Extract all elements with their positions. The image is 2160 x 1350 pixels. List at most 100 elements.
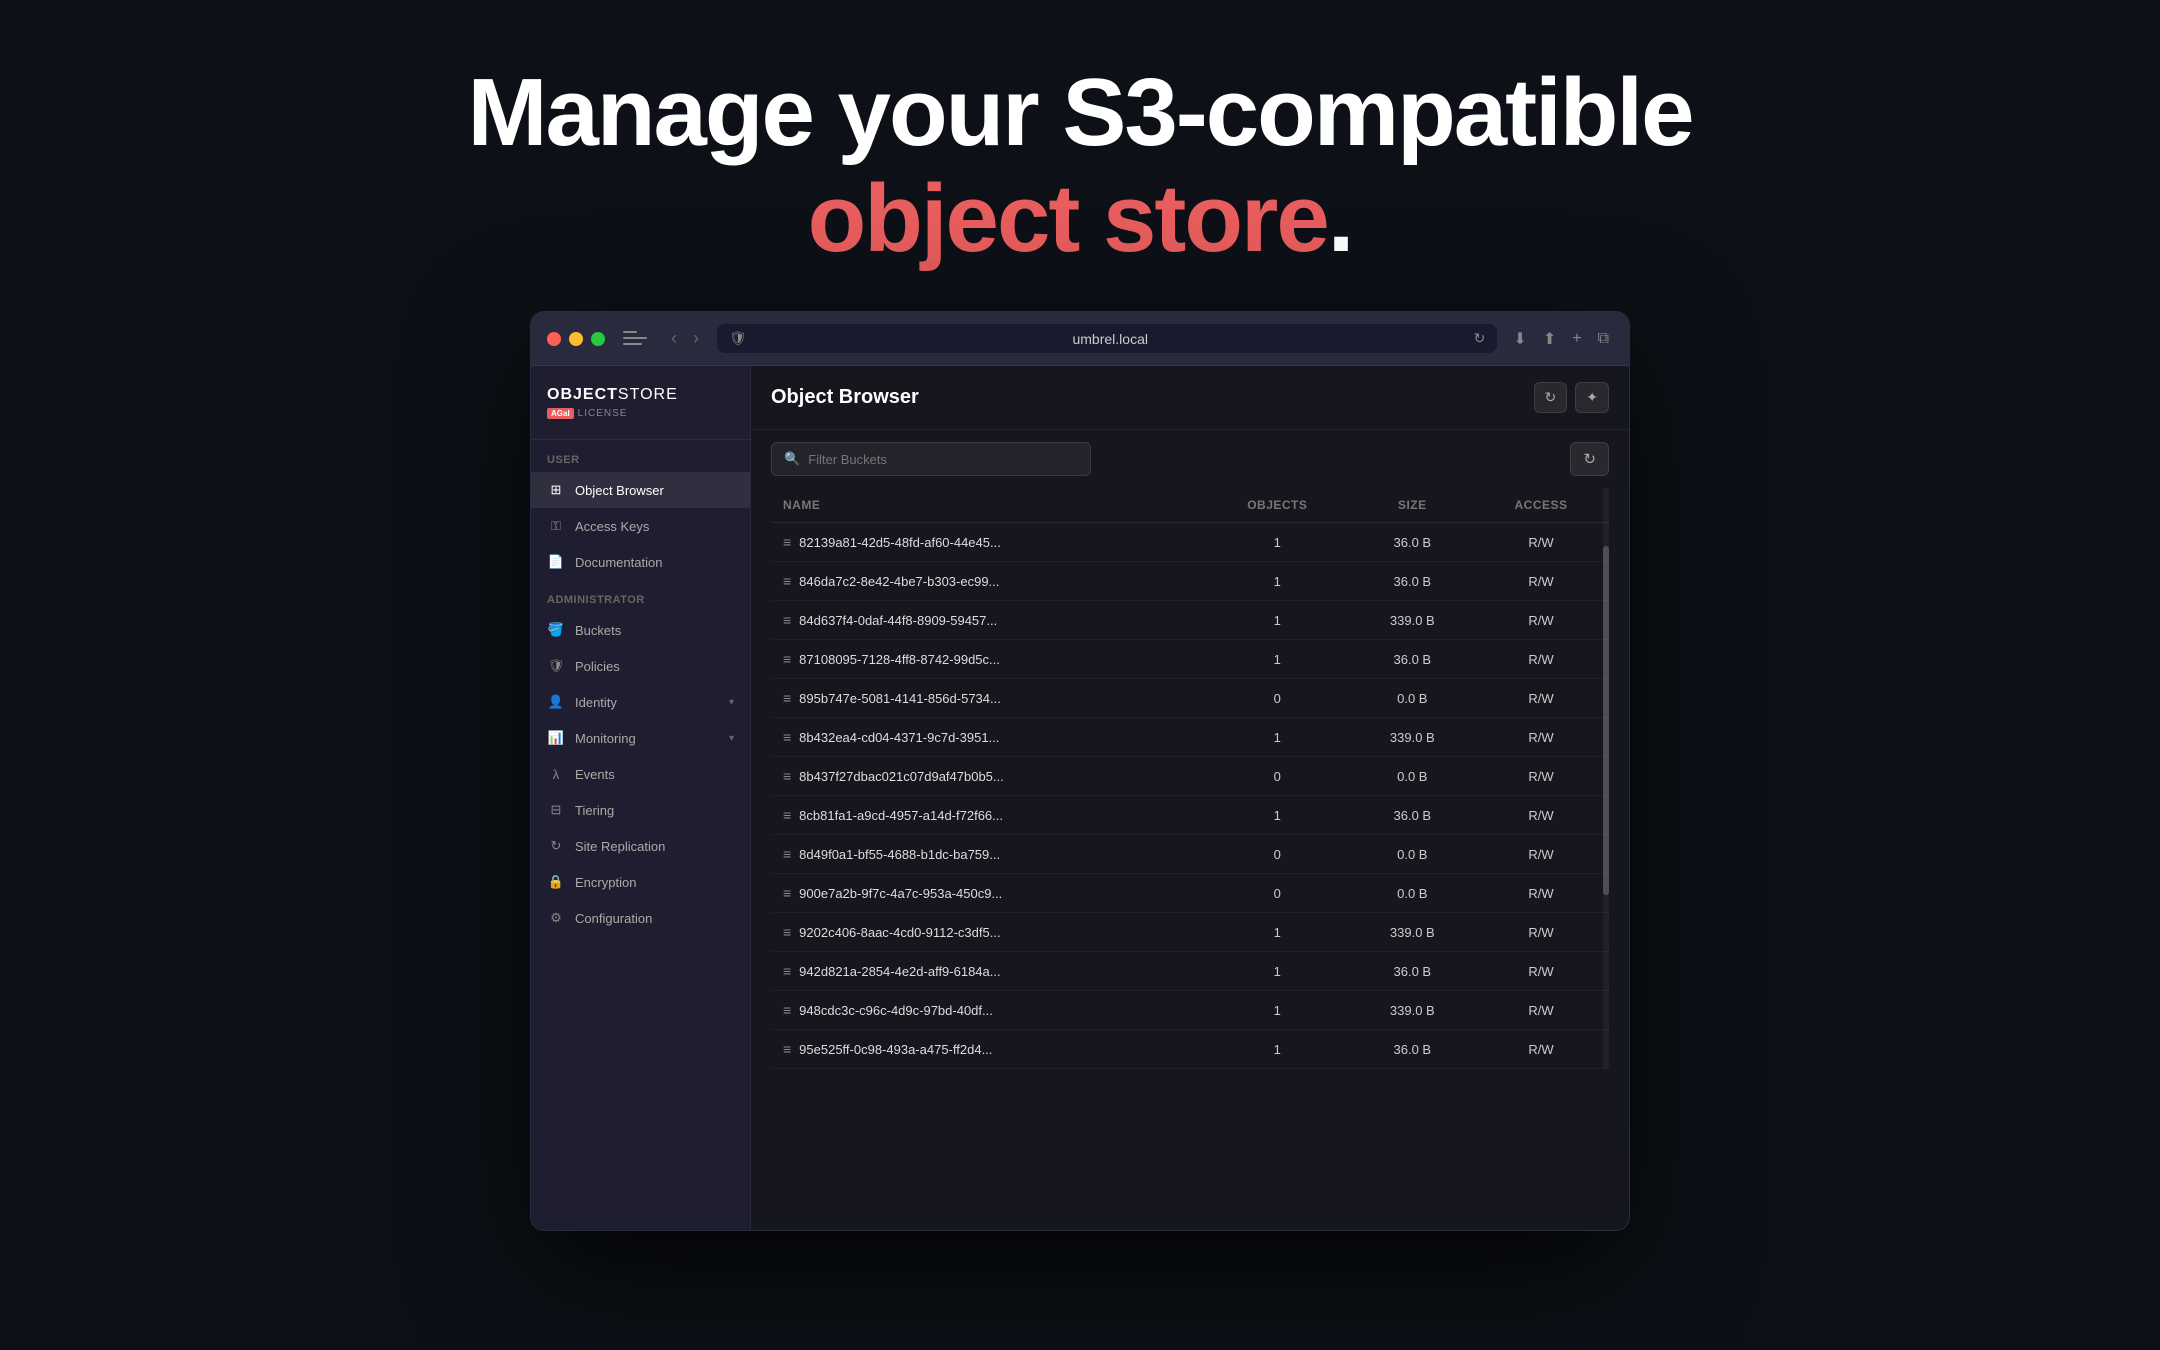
sidebar-item-tiering[interactable]: ⊟ Tiering xyxy=(531,792,750,828)
bucket-row-icon: ≡ xyxy=(783,690,791,706)
cell-access: R/W xyxy=(1473,640,1609,679)
admin-section-label: Administrator xyxy=(531,580,750,612)
cell-access: R/W xyxy=(1473,562,1609,601)
bucket-name-text: 8d49f0a1-bf55-4688-b1dc-ba759... xyxy=(799,847,1000,862)
sidebar-item-encryption[interactable]: 🔒 Encryption xyxy=(531,864,750,900)
address-bar[interactable]: 🛡 umbrel.local ↻ xyxy=(717,324,1497,353)
col-name[interactable]: Name xyxy=(771,488,1203,523)
table-row[interactable]: ≡ 8cb81fa1-a9cd-4957-a14d-f72f66... 1 36… xyxy=(771,796,1609,835)
sidebar-item-monitoring[interactable]: 📊 Monitoring ▾ xyxy=(531,720,750,756)
bucket-name-text: 82139a81-42d5-48fd-af60-44e45... xyxy=(799,535,1001,550)
bucket-row-icon: ≡ xyxy=(783,963,791,979)
share-button[interactable]: ⬆ xyxy=(1539,325,1560,353)
cell-access: R/W xyxy=(1473,679,1609,718)
sidebar: OBJECT STORE AGaI LICENSE User ⊞ Object … xyxy=(531,366,751,1230)
cell-size: 0.0 B xyxy=(1352,679,1473,718)
bucket-row-icon: ≡ xyxy=(783,768,791,784)
cell-name: ≡ 895b747e-5081-4141-856d-5734... xyxy=(771,679,1203,718)
col-access[interactable]: Access xyxy=(1473,488,1609,523)
back-button[interactable]: ‹ xyxy=(665,326,683,351)
sidebar-item-identity[interactable]: 👤 Identity ▾ xyxy=(531,684,750,720)
table-row[interactable]: ≡ 82139a81-42d5-48fd-af60-44e45... 1 36.… xyxy=(771,523,1609,562)
cell-size: 36.0 B xyxy=(1352,952,1473,991)
maximize-button[interactable] xyxy=(591,332,605,346)
table-row[interactable]: ≡ 9202c406-8aac-4cd0-9112-c3df5... 1 339… xyxy=(771,913,1609,952)
table-row[interactable]: ≡ 8b432ea4-cd04-4371-9c7d-3951... 1 339.… xyxy=(771,718,1609,757)
sidebar-item-label: Policies xyxy=(575,659,620,674)
hero-line1: Manage your S3-compatible xyxy=(0,60,2160,166)
cell-objects: 0 xyxy=(1203,757,1352,796)
browser-actions: ⬇ ⬆ + ⧉ xyxy=(1509,325,1613,353)
table-row[interactable]: ≡ 8d49f0a1-bf55-4688-b1dc-ba759... 0 0.0… xyxy=(771,835,1609,874)
table-row[interactable]: ≡ 84d637f4-0daf-44f8-8909-59457... 1 339… xyxy=(771,601,1609,640)
col-size[interactable]: Size xyxy=(1352,488,1473,523)
cell-name: ≡ 87108095-7128-4ff8-8742-99d5c... xyxy=(771,640,1203,679)
table-row[interactable]: ≡ 942d821a-2854-4e2d-aff9-6184a... 1 36.… xyxy=(771,952,1609,991)
cell-name: ≡ 942d821a-2854-4e2d-aff9-6184a... xyxy=(771,952,1203,991)
table-row[interactable]: ≡ 900e7a2b-9f7c-4a7c-953a-450c9... 0 0.0… xyxy=(771,874,1609,913)
bucket-name-text: 87108095-7128-4ff8-8742-99d5c... xyxy=(799,652,1000,667)
layers-icon: ⊟ xyxy=(547,801,565,819)
gear-icon: ⚙ xyxy=(547,909,565,927)
chart-icon: 📊 xyxy=(547,729,565,747)
download-button[interactable]: ⬇ xyxy=(1509,325,1530,353)
sidebar-item-documentation[interactable]: 📄 Documentation xyxy=(531,544,750,580)
refresh-icon-button[interactable]: ↻ xyxy=(1534,382,1568,413)
bucket-name-text: 9202c406-8aac-4cd0-9112-c3df5... xyxy=(799,925,1000,940)
sidebar-item-buckets[interactable]: 🪣 Buckets xyxy=(531,612,750,648)
logo-license: LICENSE xyxy=(578,408,628,419)
sidebar-item-label: Buckets xyxy=(575,623,621,638)
cell-size: 0.0 B xyxy=(1352,835,1473,874)
cell-objects: 0 xyxy=(1203,835,1352,874)
key-icon: ⚿ xyxy=(547,517,565,535)
buckets-table: Name Objects Size Access ≡ 82139a81-42d5… xyxy=(771,488,1609,1069)
sidebar-item-site-replication[interactable]: ↻ Site Replication xyxy=(531,828,750,864)
bucket-name-text: 942d821a-2854-4e2d-aff9-6184a... xyxy=(799,964,1000,979)
header-actions: ↻ ✦ xyxy=(1534,382,1609,413)
cell-name: ≡ 8cb81fa1-a9cd-4957-a14d-f72f66... xyxy=(771,796,1203,835)
sidebar-item-object-browser[interactable]: ⊞ Object Browser xyxy=(531,472,750,508)
minimize-button[interactable] xyxy=(569,332,583,346)
new-tab-button[interactable]: + xyxy=(1568,326,1585,352)
cell-name: ≡ 8b432ea4-cd04-4371-9c7d-3951... xyxy=(771,718,1203,757)
sidebar-item-policies[interactable]: 🛡 Policies xyxy=(531,648,750,684)
main-header: Object Browser ↻ ✦ xyxy=(751,366,1629,430)
cell-objects: 1 xyxy=(1203,1030,1352,1069)
table-wrap: Name Objects Size Access ≡ 82139a81-42d5… xyxy=(751,488,1629,1230)
shield-policy-icon: 🛡 xyxy=(547,657,565,675)
lambda-icon: λ xyxy=(547,765,565,783)
table-row[interactable]: ≡ 95e525ff-0c98-493a-a475-ff2d4... 1 36.… xyxy=(771,1030,1609,1069)
search-input[interactable] xyxy=(808,452,1078,467)
table-row[interactable]: ≡ 846da7c2-8e42-4be7-b303-ec99... 1 36.0… xyxy=(771,562,1609,601)
tab-overview-button[interactable]: ⧉ xyxy=(1594,326,1613,352)
logo-object: OBJECT xyxy=(547,386,618,404)
bucket-name-text: 95e525ff-0c98-493a-a475-ff2d4... xyxy=(799,1042,992,1057)
bucket-name-text: 948cdc3c-c96c-4d9c-97bd-40df... xyxy=(799,1003,993,1018)
sidebar-item-events[interactable]: λ Events xyxy=(531,756,750,792)
toolbar: 🔍 ↻ xyxy=(751,430,1629,488)
sidebar-item-configuration[interactable]: ⚙ Configuration xyxy=(531,900,750,936)
user-section-label: User xyxy=(531,440,750,472)
sidebar-item-access-keys[interactable]: ⚿ Access Keys xyxy=(531,508,750,544)
scrollbar-thumb[interactable] xyxy=(1603,546,1609,895)
table-row[interactable]: ≡ 948cdc3c-c96c-4d9c-97bd-40df... 1 339.… xyxy=(771,991,1609,1030)
close-button[interactable] xyxy=(547,332,561,346)
cell-size: 36.0 B xyxy=(1352,562,1473,601)
cell-size: 339.0 B xyxy=(1352,913,1473,952)
refresh-table-button[interactable]: ↻ xyxy=(1570,442,1609,476)
forward-button[interactable]: › xyxy=(687,326,705,351)
logo-text: OBJECT STORE xyxy=(547,386,734,404)
logo-badge: AGaI LICENSE xyxy=(547,408,734,419)
table-container: Name Objects Size Access ≡ 82139a81-42d5… xyxy=(771,488,1609,1069)
col-objects[interactable]: Objects xyxy=(1203,488,1352,523)
cell-size: 36.0 B xyxy=(1352,1030,1473,1069)
table-row[interactable]: ≡ 87108095-7128-4ff8-8742-99d5c... 1 36.… xyxy=(771,640,1609,679)
cell-access: R/W xyxy=(1473,952,1609,991)
sidebar-toggle-button[interactable] xyxy=(617,325,653,353)
settings-icon-button[interactable]: ✦ xyxy=(1575,382,1609,413)
table-row[interactable]: ≡ 895b747e-5081-4141-856d-5734... 0 0.0 … xyxy=(771,679,1609,718)
search-wrap: 🔍 xyxy=(771,442,1091,476)
table-row[interactable]: ≡ 8b437f27dbac021c07d9af47b0b5... 0 0.0 … xyxy=(771,757,1609,796)
refresh-button[interactable]: ↻ xyxy=(1474,330,1486,347)
cell-name: ≡ 948cdc3c-c96c-4d9c-97bd-40df... xyxy=(771,991,1203,1030)
